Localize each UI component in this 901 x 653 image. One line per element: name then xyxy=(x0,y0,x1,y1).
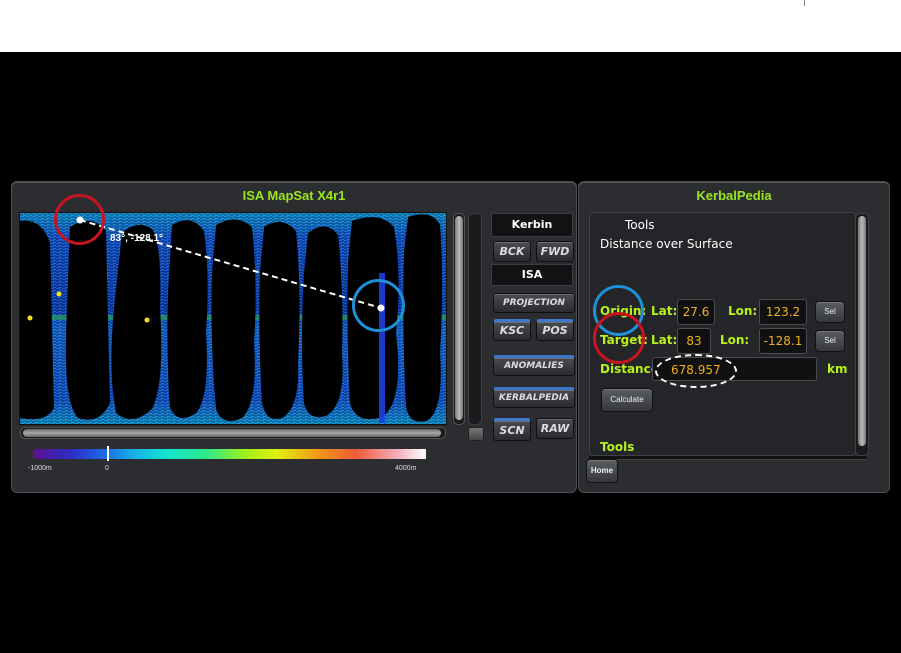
origin-lon-field[interactable]: 123.2 xyxy=(759,299,807,325)
origin-annotation-circle xyxy=(352,279,405,332)
kerbalpedia-button[interactable]: KERBALPEDIA xyxy=(493,387,575,408)
origin-lon-label: Lon: xyxy=(728,304,758,318)
projection-button[interactable]: PROJECTION xyxy=(493,293,575,313)
target-select-button[interactable]: Sel xyxy=(815,330,845,352)
kerbalpedia-vertical-scrollbar[interactable] xyxy=(855,213,869,456)
pos-button[interactable]: POS xyxy=(536,319,574,341)
planet-label: Kerbin xyxy=(491,213,573,237)
map-horizontal-scroll-thumb[interactable] xyxy=(23,429,441,437)
map-horizontal-scrollbar[interactable] xyxy=(20,427,446,439)
origin-lat-label: Lat: xyxy=(651,304,678,318)
coordinate-label: 83°, -128.1° xyxy=(110,233,164,244)
resize-handle[interactable] xyxy=(468,427,484,441)
raw-button[interactable]: RAW xyxy=(536,418,574,439)
forward-button[interactable]: FWD xyxy=(536,241,574,262)
distance-annotation-oval xyxy=(655,354,737,388)
target-annotation-circle xyxy=(54,194,105,245)
tools-footer: Tools xyxy=(600,440,635,454)
calculate-button[interactable]: Calculate xyxy=(601,388,653,412)
anomalies-button[interactable]: ANOMALIES xyxy=(493,355,575,376)
origin-lat-field[interactable]: 27.6 xyxy=(677,299,715,325)
map-vertical-scrollbar[interactable] xyxy=(453,213,465,425)
kerbalpedia-horizontal-track xyxy=(589,456,867,460)
kerbalpedia-scroll-thumb[interactable] xyxy=(858,216,866,446)
top-white-bar xyxy=(0,0,901,52)
legend-max-label: 4000m xyxy=(395,465,417,472)
target-lon-field[interactable]: -128.1 xyxy=(759,328,807,354)
ksc-button[interactable]: KSC xyxy=(493,319,531,341)
distance-unit: km xyxy=(827,362,848,376)
map-vertical-scroll-thumb[interactable] xyxy=(455,216,463,420)
altitude-legend-bar xyxy=(33,449,426,459)
target-lon-label: Lon: xyxy=(720,333,750,347)
target-lat-field[interactable]: 83 xyxy=(677,328,711,354)
legend-min-label: -1000m xyxy=(28,465,52,472)
top-mark xyxy=(804,0,805,6)
legend-zero-label: 0 xyxy=(105,465,109,472)
home-button[interactable]: Home xyxy=(586,459,618,483)
scn-button[interactable]: SCN xyxy=(493,418,531,441)
legend-zero-tick xyxy=(107,446,109,461)
section-title: Distance over Surface xyxy=(600,237,733,251)
target-lat-label: Lat: xyxy=(651,333,678,347)
kerbalpedia-window-title: KerbalPedia xyxy=(696,188,772,203)
map-type-label: ISA xyxy=(491,264,573,286)
tools-header: Tools xyxy=(625,218,655,232)
target-field-annotation-circle xyxy=(593,312,645,364)
back-button[interactable]: BCK xyxy=(493,241,531,262)
map-vertical-track[interactable] xyxy=(468,213,482,425)
origin-select-button[interactable]: Sel xyxy=(815,301,845,323)
